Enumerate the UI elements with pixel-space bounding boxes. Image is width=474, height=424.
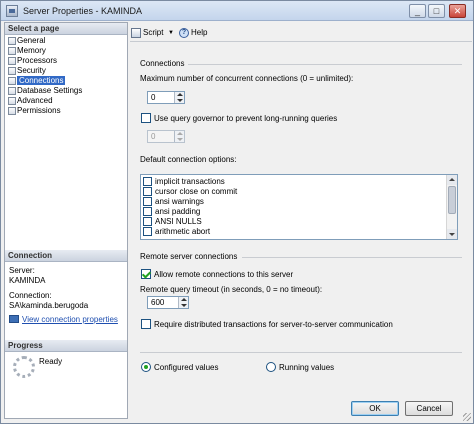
option-checkbox[interactable] (143, 187, 152, 196)
progress-header: Progress (5, 340, 127, 352)
help-label: Help (191, 28, 208, 37)
server-value: KAMINDA (9, 276, 46, 285)
connection-header: Connection (5, 250, 127, 262)
progress-status: Ready (39, 357, 63, 366)
page-processors[interactable]: Processors (7, 56, 125, 66)
configured-values-radio[interactable] (141, 362, 151, 372)
connection-label: Connection: (9, 291, 52, 300)
section-divider (242, 257, 462, 258)
server-properties-window: Server Properties - KAMINDA _ □ ✕ Select… (0, 0, 474, 424)
distributed-transactions-label: Require distributed transactions for ser… (154, 320, 393, 329)
page-advanced[interactable]: Advanced (7, 96, 125, 106)
script-icon (131, 28, 141, 38)
page-icon (8, 77, 16, 85)
page-general[interactable]: General (7, 36, 125, 46)
script-button[interactable]: Script (131, 27, 163, 39)
page-icon (8, 37, 16, 45)
remote-timeout-input[interactable]: 600 (147, 296, 189, 309)
minimize-button[interactable]: _ (409, 4, 426, 18)
maximize-button[interactable]: □ (428, 4, 445, 18)
page-icon (8, 107, 16, 115)
running-values-radio[interactable] (266, 362, 276, 372)
page-icon (8, 67, 16, 75)
remote-section-label: Remote server connections (140, 252, 238, 261)
script-dropdown-button[interactable]: ▼ (168, 27, 174, 39)
option-checkbox[interactable] (143, 227, 152, 236)
option-ansi-warnings[interactable]: ansi warnings (143, 197, 204, 206)
page-icon (8, 47, 16, 55)
page-memory[interactable]: Memory (7, 46, 125, 56)
option-ansi-nulls[interactable]: ANSI NULLS (143, 217, 202, 226)
query-governor-input[interactable]: 0 (147, 130, 185, 143)
select-page-header: Select a page (5, 23, 127, 35)
server-label: Server: (9, 266, 35, 275)
help-button[interactable]: ? Help (179, 27, 207, 39)
query-governor-checkbox[interactable] (141, 113, 151, 123)
option-arithmetic-abort[interactable]: arithmetic abort (143, 227, 210, 236)
content-pane: Script ▼ ? Help Connections Maximum numb… (130, 22, 472, 398)
max-connections-input[interactable]: 0 (147, 91, 185, 104)
max-connections-label: Maximum number of concurrent connections… (140, 74, 354, 83)
allow-remote-checkbox[interactable] (141, 269, 151, 279)
options-scrollbar[interactable] (446, 175, 457, 239)
option-checkbox[interactable] (143, 217, 152, 226)
option-checkbox[interactable] (143, 207, 152, 216)
page-security[interactable]: Security (7, 66, 125, 76)
running-values-label: Running values (279, 363, 335, 372)
page-database-settings[interactable]: Database Settings (7, 86, 125, 96)
script-label: Script (143, 28, 164, 37)
default-options-label: Default connection options: (140, 155, 237, 164)
toolbar: Script ▼ ? Help (130, 22, 472, 42)
progress-spinner-icon (13, 356, 35, 378)
option-ansi-padding[interactable]: ansi padding (143, 207, 200, 216)
max-connections-value: 0 (151, 93, 156, 102)
connection-value: SA\kaminda.berugoda (9, 301, 89, 310)
ok-button[interactable]: OK (351, 401, 399, 416)
option-checkbox[interactable] (143, 177, 152, 186)
query-governor-spinner[interactable] (174, 131, 184, 142)
query-governor-label: Use query governor to prevent long-runni… (154, 114, 338, 123)
close-button[interactable]: ✕ (449, 4, 466, 18)
section-divider (140, 352, 462, 353)
option-cursor-close-on-commit[interactable]: cursor close on commit (143, 187, 237, 196)
option-implicit-transactions[interactable]: implicit transactions (143, 177, 225, 186)
query-governor-value: 0 (151, 132, 156, 141)
max-connections-spinner[interactable] (174, 92, 184, 103)
scroll-thumb[interactable] (448, 186, 456, 214)
configured-values-label: Configured values (154, 363, 219, 372)
left-pane: Select a page General Memory Processors … (4, 22, 128, 419)
connections-section-label: Connections (140, 59, 185, 68)
page-icon (8, 57, 16, 65)
page-permissions[interactable]: Permissions (7, 106, 125, 116)
remote-timeout-spinner[interactable] (178, 297, 188, 308)
page-connections[interactable]: Connections (7, 76, 125, 86)
page-icon (8, 97, 16, 105)
connection-properties-icon (9, 315, 19, 323)
scroll-down-icon[interactable] (447, 229, 457, 239)
default-options-list[interactable]: implicit transactions cursor close on co… (140, 174, 458, 240)
option-checkbox[interactable] (143, 197, 152, 206)
resize-grip-icon[interactable] (463, 413, 471, 421)
title-bar[interactable]: Server Properties - KAMINDA _ □ ✕ (1, 1, 473, 21)
scroll-up-icon[interactable] (447, 175, 457, 185)
window-title: Server Properties - KAMINDA (23, 6, 143, 16)
help-icon: ? (179, 28, 189, 38)
remote-timeout-value: 600 (151, 298, 165, 307)
remote-timeout-label: Remote query timeout (in seconds, 0 = no… (140, 285, 323, 294)
view-connection-properties-link[interactable]: View connection properties (9, 315, 118, 325)
distributed-transactions-checkbox[interactable] (141, 319, 151, 329)
cancel-button[interactable]: Cancel (405, 401, 453, 416)
server-icon (6, 5, 18, 17)
allow-remote-label: Allow remote connections to this server (154, 270, 294, 279)
section-divider (188, 64, 462, 65)
page-icon (8, 87, 16, 95)
